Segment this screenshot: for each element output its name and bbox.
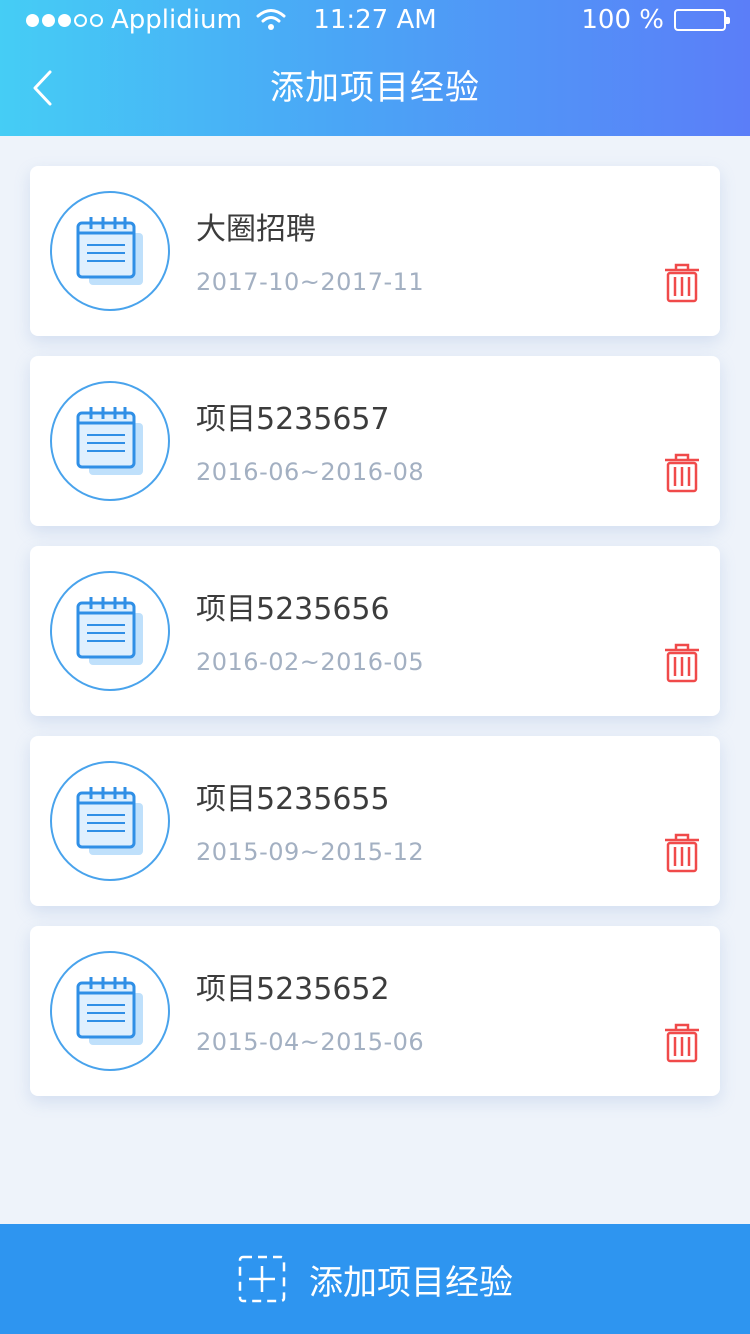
- header: Applidium 11:27 AM 100 % 添加项目经验: [0, 0, 750, 136]
- project-card[interactable]: 大圈招聘 2017-10~2017-11: [30, 166, 720, 336]
- add-square-icon: [238, 1255, 286, 1303]
- trash-icon: [665, 453, 699, 493]
- page-title: 添加项目经验: [270, 68, 480, 108]
- project-card[interactable]: 项目5235655 2015-09~2015-12: [30, 736, 720, 906]
- status-right: 100 %: [581, 0, 730, 40]
- project-card[interactable]: 项目5235657 2016-06~2016-08: [30, 356, 720, 526]
- delete-button[interactable]: [662, 642, 702, 684]
- delete-button[interactable]: [662, 452, 702, 494]
- battery-icon: [674, 9, 730, 31]
- trash-icon: [665, 263, 699, 303]
- project-date-range: 2016-06~2016-08: [196, 458, 425, 486]
- notebook-icon: [50, 191, 170, 311]
- nav-bar: 添加项目经验: [0, 40, 750, 136]
- trash-icon: [665, 1023, 699, 1063]
- project-date-range: 2016-02~2016-05: [196, 648, 425, 676]
- notebook-icon: [50, 571, 170, 691]
- project-title: 大圈招聘: [196, 212, 316, 247]
- project-title: 项目5235655: [196, 782, 390, 817]
- project-date-range: 2017-10~2017-11: [196, 268, 425, 296]
- notebook-icon: [50, 761, 170, 881]
- trash-icon: [665, 833, 699, 873]
- status-bar: Applidium 11:27 AM 100 %: [0, 0, 750, 40]
- project-title: 项目5235656: [196, 592, 390, 627]
- delete-button[interactable]: [662, 832, 702, 874]
- project-title: 项目5235652: [196, 972, 390, 1007]
- add-project-label: 添加项目经验: [309, 1262, 513, 1303]
- delete-button[interactable]: [662, 1022, 702, 1064]
- delete-button[interactable]: [662, 262, 702, 304]
- notebook-icon: [50, 951, 170, 1071]
- project-date-range: 2015-09~2015-12: [196, 838, 425, 866]
- battery-percent: 100 %: [581, 5, 664, 35]
- add-project-button[interactable]: 添加项目经验: [0, 1224, 750, 1334]
- project-list: 大圈招聘 2017-10~2017-11 项目5235657 2016-06~2…: [30, 166, 720, 1116]
- project-card[interactable]: 项目5235652 2015-04~2015-06: [30, 926, 720, 1096]
- notebook-icon: [50, 381, 170, 501]
- project-title: 项目5235657: [196, 402, 390, 437]
- project-card[interactable]: 项目5235656 2016-02~2016-05: [30, 546, 720, 716]
- project-date-range: 2015-04~2015-06: [196, 1028, 425, 1056]
- trash-icon: [665, 643, 699, 683]
